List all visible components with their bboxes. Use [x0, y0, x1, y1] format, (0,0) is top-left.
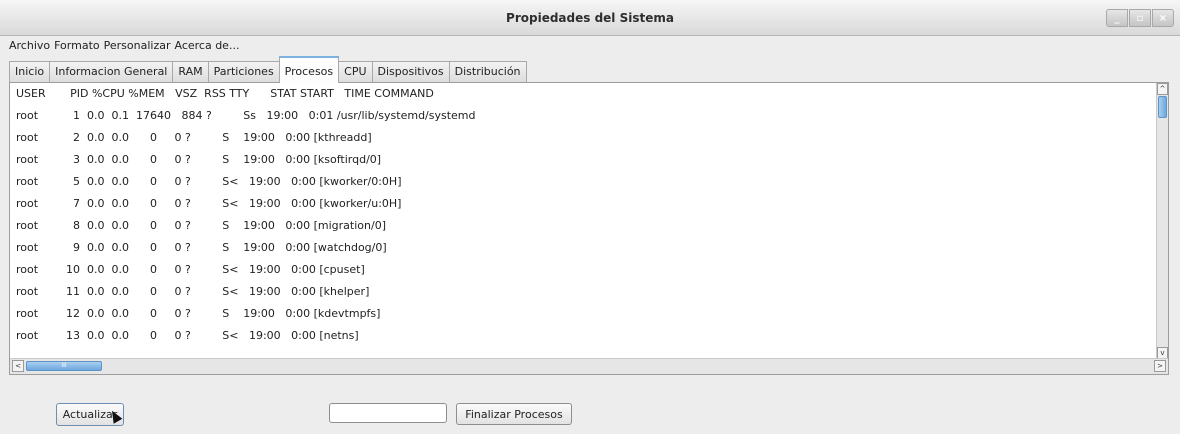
- process-line: root 11 0.0 0.0 0 0 ? S< 19:00 0:00 [khe…: [16, 285, 370, 298]
- process-line: root 8 0.0 0.0 0 0 ? S 19:00 0:00 [migra…: [16, 219, 386, 232]
- pid-input[interactable]: [329, 403, 447, 423]
- process-line: root 2 0.0 0.0 0 0 ? S 19:00 0:00 [kthre…: [16, 131, 372, 144]
- vertical-scrollbar[interactable]: ^ v: [1156, 83, 1168, 359]
- process-line: root 3 0.0 0.0 0 0 ? S 19:00 0:00 [ksoft…: [16, 153, 382, 166]
- tab-bar: Inicio Informacion General RAM Particion…: [9, 56, 527, 83]
- minimize-button[interactable]: _: [1106, 9, 1128, 27]
- processes-panel: USER PID %CPU %MEM VSZ RSS TTY STAT STAR…: [9, 82, 1169, 375]
- kill-processes-button[interactable]: Finalizar Procesos: [456, 403, 572, 425]
- tab-procesos[interactable]: Procesos: [278, 56, 340, 83]
- tab-distribucion[interactable]: Distribución: [448, 61, 527, 83]
- tab-ram[interactable]: RAM: [172, 61, 209, 83]
- process-line: root 13 0.0 0.0 0 0 ? S< 19:00 0:00 [net…: [16, 329, 359, 342]
- horizontal-scrollbar[interactable]: < III >: [10, 358, 1168, 374]
- tab-dispositivos[interactable]: Dispositivos: [371, 61, 450, 83]
- window-title: Propiedades del Sistema: [506, 11, 674, 25]
- tab-cpu[interactable]: CPU: [338, 61, 373, 83]
- menu-personalizar[interactable]: Personalizar: [104, 36, 175, 56]
- maximize-button[interactable]: ▫: [1129, 9, 1151, 27]
- scroll-up-icon[interactable]: ^: [1157, 83, 1168, 95]
- menu-archivo[interactable]: Archivo: [9, 36, 54, 56]
- title-bar: Propiedades del Sistema _ ▫ ×: [0, 0, 1180, 36]
- tab-informacion-general[interactable]: Informacion General: [49, 61, 174, 83]
- process-line: root 9 0.0 0.0 0 0 ? S 19:00 0:00 [watch…: [16, 241, 387, 254]
- window-controls: _ ▫ ×: [1106, 9, 1174, 27]
- process-line: root 7 0.0 0.0 0 0 ? S< 19:00 0:00 [kwor…: [16, 197, 402, 210]
- refresh-button[interactable]: Actualizar: [56, 403, 124, 426]
- tab-particiones[interactable]: Particiones: [207, 61, 280, 83]
- scroll-left-icon[interactable]: <: [12, 360, 24, 372]
- process-line: root 10 0.0 0.0 0 0 ? S< 19:00 0:00 [cpu…: [16, 263, 365, 276]
- menu-acerca-de[interactable]: Acerca de...: [174, 36, 243, 56]
- process-line: root 12 0.0 0.0 0 0 ? S 19:00 0:00 [kdev…: [16, 307, 381, 320]
- vertical-scroll-thumb[interactable]: [1158, 96, 1167, 118]
- scroll-right-icon[interactable]: >: [1154, 360, 1166, 372]
- process-output-textarea[interactable]: USER PID %CPU %MEM VSZ RSS TTY STAT STAR…: [10, 83, 1157, 359]
- menu-formato[interactable]: Formato: [54, 36, 104, 56]
- tab-inicio[interactable]: Inicio: [9, 61, 51, 83]
- menu-bar: Archivo Formato Personalizar Acerca de..…: [0, 36, 1180, 56]
- close-button[interactable]: ×: [1152, 9, 1174, 27]
- process-header-line: USER PID %CPU %MEM VSZ RSS TTY STAT STAR…: [16, 87, 434, 100]
- process-line: root 1 0.0 0.1 17640 884 ? Ss 19:00 0:01…: [16, 109, 476, 122]
- horizontal-scroll-thumb[interactable]: III: [26, 361, 102, 371]
- process-line: root 5 0.0 0.0 0 0 ? S< 19:00 0:00 [kwor…: [16, 175, 402, 188]
